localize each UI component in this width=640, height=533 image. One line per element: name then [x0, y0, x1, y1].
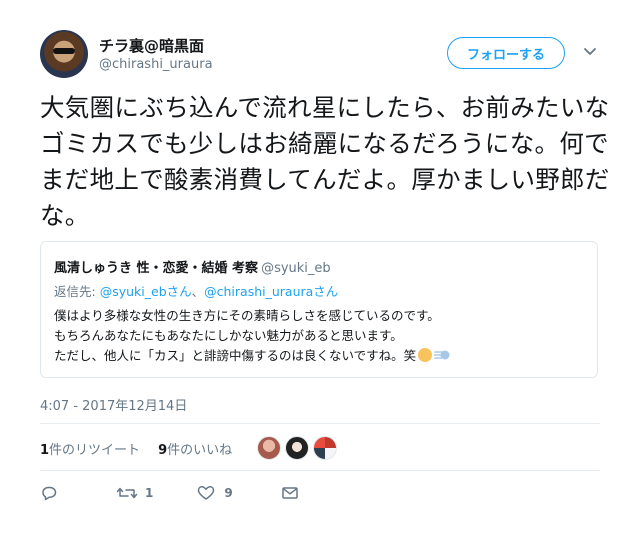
liker-avatar[interactable] — [313, 436, 337, 460]
quoted-text-line: 僕はより多様な女性の生き方にその素晴らしさを感じているのです。 — [54, 308, 440, 323]
quoted-tweet[interactable]: 風清しゅうき 性・恋愛・結婚 考察 @syuki_eb 返信先: @syuki_e… — [40, 241, 598, 378]
quoted-text-line: ただし、他人に「カス」と誹謗中傷するのは良くないですね。笑 — [54, 346, 584, 366]
likers-avatars — [257, 436, 337, 460]
retweet-count: 1 — [145, 486, 154, 500]
tweet-stats: 1件のリツイート 9件のいいね — [40, 439, 232, 458]
like-count: 9 — [224, 486, 233, 500]
tweet-actions: 1 9 — [40, 485, 299, 501]
quoted-author-handle: @syuki_eb — [261, 261, 331, 276]
follow-button[interactable]: フォローする — [447, 37, 565, 69]
reply-user-link[interactable]: @syuki_ebさん — [100, 284, 192, 299]
dm-button[interactable] — [281, 485, 299, 501]
author-display-name[interactable]: チラ裏@暗黒面 — [99, 35, 204, 56]
quoted-author: 風清しゅうき 性・恋愛・結婚 考察 @syuki_eb — [54, 257, 331, 276]
tweet-text: 大気圏にぶち込んで流れ星にしたら、お前みたいなゴミカスでも少しはお綺麗になるだろ… — [40, 93, 610, 230]
quoted-text-line-content: ただし、他人に「カス」と誹謗中傷するのは良くないですね。笑 — [54, 348, 417, 363]
divider — [40, 470, 600, 471]
retweet-stat-count: 1 — [40, 443, 50, 458]
like-stat-count: 9 — [158, 443, 168, 458]
reply-icon — [42, 486, 57, 501]
retweet-button[interactable]: 1 — [116, 485, 153, 501]
author-handle[interactable]: @chirashi_uraura — [99, 57, 213, 72]
reply-user-link[interactable]: @chirashi_urauraさん — [204, 284, 338, 299]
retweet-icon — [116, 487, 138, 499]
tweet-timestamp[interactable]: 4:07 - 2017年12月14日 — [40, 395, 187, 414]
liker-avatar[interactable] — [257, 436, 281, 460]
reply-prefix: 返信先: — [54, 284, 96, 299]
quoted-reply-context: 返信先: @syuki_ebさん、@chirashi_urauraさん — [54, 281, 338, 300]
retweet-stat-label: 件のリツイート — [49, 443, 141, 458]
disappointed-face-icon — [418, 348, 433, 362]
quoted-author-name: 風清しゅうき 性・恋愛・結婚 考察 — [54, 261, 259, 276]
quoted-text-line: もちろんあなたにもあなたにしかない魅力があると思います。 — [54, 328, 403, 343]
like-stat[interactable]: 9件のいいね — [158, 439, 232, 458]
like-button[interactable]: 9 — [197, 485, 233, 501]
quoted-text: 僕はより多様な女性の生き方にその素晴らしさを感じているのです。 もちろんあなたに… — [54, 306, 584, 366]
reply-separator: 、 — [191, 284, 205, 299]
like-stat-label: 件のいいね — [167, 443, 233, 458]
liker-avatar[interactable] — [285, 436, 309, 460]
avatar[interactable] — [40, 30, 88, 78]
envelope-icon — [281, 487, 298, 499]
retweet-stat[interactable]: 1件のリツイート — [40, 439, 140, 458]
heart-icon — [198, 486, 215, 500]
divider — [40, 423, 600, 424]
dash-puff-icon — [434, 350, 450, 360]
chevron-down-icon[interactable] — [582, 44, 598, 60]
avatar-glasses — [53, 48, 75, 54]
reply-button[interactable] — [40, 485, 58, 501]
